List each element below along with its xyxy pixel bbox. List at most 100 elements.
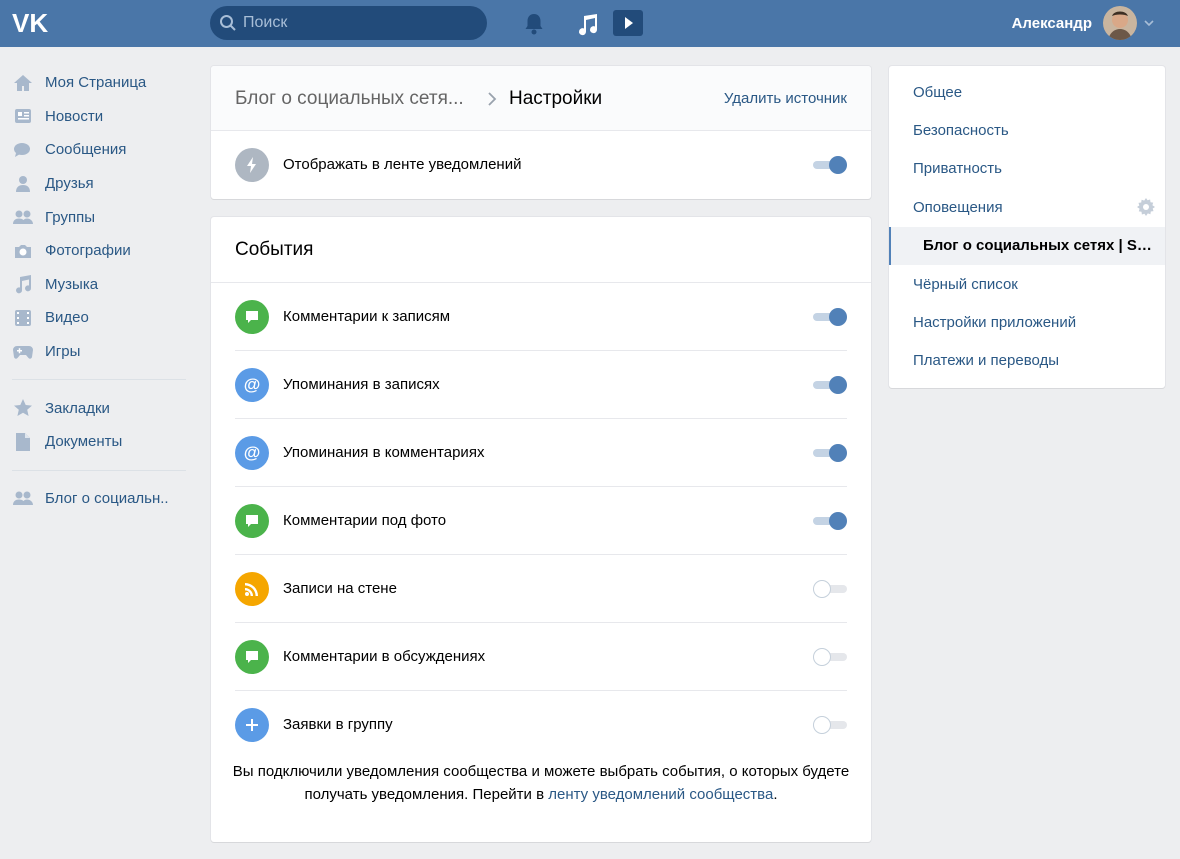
nav-news[interactable]: Новости (0, 100, 200, 134)
nav-friends[interactable]: Друзья (0, 167, 200, 201)
note-text: Вы подключили уведомления сообщества и м… (232, 763, 850, 780)
home-icon (12, 73, 34, 93)
nav-music[interactable]: Музыка (0, 268, 200, 302)
menu-label: Настройки приложений (913, 314, 1077, 332)
messages-icon (12, 140, 34, 160)
info-note: Вы подключили уведомления сообщества и м… (211, 760, 871, 806)
avatar[interactable] (1103, 6, 1137, 40)
nav-label: Фотографии (45, 242, 131, 260)
menu-item-app-settings[interactable]: Настройки приложений (889, 303, 1165, 341)
toggle-switch[interactable] (813, 308, 847, 326)
news-icon (12, 106, 34, 126)
menu-label: Приватность (913, 160, 1002, 178)
nav-label: Сообщения (45, 141, 127, 159)
nav-documents[interactable]: Документы (0, 425, 200, 459)
row-label: Записи на стене (283, 580, 397, 597)
menu-item-notifications[interactable]: Оповещения (889, 188, 1165, 226)
menu-label: Общее (913, 83, 963, 101)
toggle-switch[interactable] (813, 580, 847, 598)
nav-messages[interactable]: Сообщения (0, 133, 200, 167)
nav-label: Моя Страница (45, 74, 147, 92)
row-label: Отображать в ленте уведомлений (283, 156, 522, 173)
document-icon (12, 432, 34, 452)
nav-video[interactable]: Видео (0, 301, 200, 335)
toggle-switch[interactable] (813, 716, 847, 734)
gear-icon[interactable] (1137, 198, 1155, 217)
nav-groups[interactable]: Группы (0, 200, 200, 234)
nav-divider (12, 469, 186, 471)
nav-label: Блог о социальн.. (45, 489, 169, 507)
nav-label: Игры (45, 343, 81, 361)
nav-divider (12, 379, 186, 381)
nav-bookmarks[interactable]: Закладки (0, 391, 200, 425)
groups-icon (12, 207, 34, 227)
groups-icon (12, 488, 34, 508)
at-icon: @ (235, 368, 269, 402)
music-note-icon[interactable] (575, 11, 601, 37)
settings-menu: Общее Безопасность Приватность Оповещени… (889, 66, 1165, 388)
vk-logo-icon[interactable]: VK (12, 8, 54, 38)
settings-header-card: Блог о социальных сетя... Настройки Удал… (211, 66, 871, 199)
friend-icon (12, 174, 34, 194)
gamepad-icon (12, 342, 34, 362)
row-label: Упоминания в записях (283, 376, 440, 393)
event-row: Комментарии в обсуждениях (211, 623, 871, 691)
toggle-switch[interactable] (813, 444, 847, 462)
svg-text:VK: VK (12, 8, 48, 38)
toggle-switch[interactable] (813, 156, 847, 174)
nav-label: Видео (45, 309, 89, 327)
feed-toggle-row: Отображать в ленте уведомлений (211, 131, 871, 199)
svg-text:@: @ (244, 375, 261, 394)
row-label: Заявки в группу (283, 716, 393, 733)
notifications-feed-link[interactable]: ленту уведомлений сообщества (548, 786, 773, 803)
menu-item-community-blog[interactable]: Блог о социальных сетях | Social media b… (889, 226, 1165, 265)
menu-item-blacklist[interactable]: Чёрный список (889, 265, 1165, 303)
menu-item-general[interactable]: Общее (889, 73, 1165, 111)
chevron-right-icon (488, 92, 497, 106)
nav-my-page[interactable]: Моя Страница (0, 66, 200, 100)
play-icon[interactable] (613, 10, 643, 36)
music-icon (12, 274, 34, 294)
bell-icon[interactable] (521, 11, 547, 37)
event-row: @ Упоминания в записях (211, 351, 871, 419)
menu-label: Платежи и переводы (913, 352, 1060, 370)
menu-item-payments[interactable]: Платежи и переводы (889, 342, 1165, 380)
search-placeholder: Поиск (243, 14, 288, 31)
nav-games[interactable]: Игры (0, 335, 200, 369)
toggle-switch[interactable] (813, 376, 847, 394)
breadcrumb-parent[interactable]: Блог о социальных сетя... (235, 88, 464, 110)
breadcrumb: Блог о социальных сетя... Настройки Удал… (211, 66, 871, 131)
event-row: Заявки в группу (211, 691, 871, 759)
event-row: Комментарии под фото (211, 487, 871, 555)
toggle-switch[interactable] (813, 512, 847, 530)
user-name[interactable]: Александр (1012, 15, 1092, 32)
nav-label: Новости (45, 107, 104, 125)
menu-item-privacy[interactable]: Приватность (889, 150, 1165, 188)
nav-photos[interactable]: Фотографии (0, 234, 200, 268)
at-icon: @ (235, 436, 269, 470)
nav-label: Друзья (45, 175, 94, 193)
menu-item-security[interactable]: Безопасность (889, 111, 1165, 149)
chevron-down-icon[interactable] (1143, 17, 1155, 29)
row-label: Комментарии к записям (283, 308, 451, 325)
comment-icon (235, 504, 269, 538)
lightning-icon (235, 148, 269, 182)
menu-label: Чёрный список (913, 275, 1018, 293)
section-title: События (235, 239, 314, 260)
nav-group-blog[interactable]: Блог о социальн.. (0, 482, 200, 516)
event-row: Комментарии к записям (211, 283, 871, 351)
row-label: Комментарии под фото (283, 512, 447, 529)
menu-label: Оповещения (913, 198, 1003, 216)
toggle-switch[interactable] (813, 648, 847, 666)
search-input[interactable]: Поиск (210, 6, 487, 40)
breadcrumb-current: Настройки (509, 88, 603, 109)
note-text: . (773, 786, 778, 803)
row-label: Комментарии в обсуждениях (283, 648, 486, 665)
top-header: VK Поиск Александр (0, 0, 1180, 47)
remove-source-link[interactable]: Удалить источник (724, 90, 847, 107)
search-icon (220, 15, 236, 31)
note-text: получать уведомления. Перейти в (304, 786, 549, 803)
plus-icon (235, 708, 269, 742)
nav-label: Закладки (45, 399, 110, 417)
events-title: События (211, 217, 871, 283)
